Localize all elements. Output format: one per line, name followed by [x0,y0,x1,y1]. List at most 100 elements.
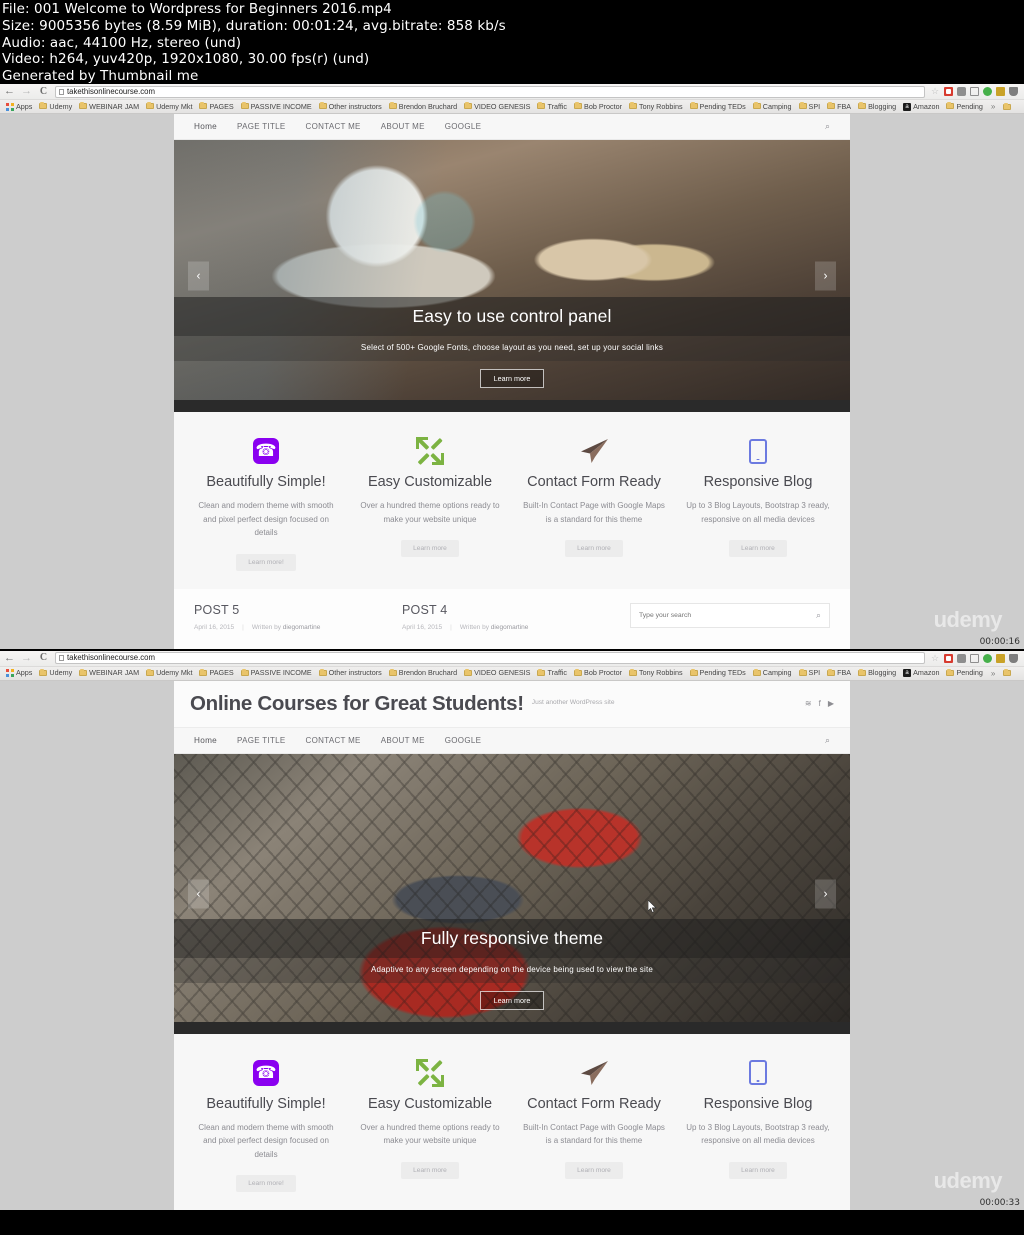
bookmark-item[interactable]: Traffic [534,668,570,677]
nav-item-about-me[interactable]: ABOUT ME [381,122,425,131]
feature-learn-more-button[interactable]: Learn more [729,540,787,557]
bookmark-item[interactable]: FBA [824,668,854,677]
slider-next-button-1[interactable]: › [815,261,836,291]
extension-gray-icon[interactable] [957,87,966,96]
facebook-icon[interactable]: f [819,699,821,708]
feature-learn-more-button[interactable]: Learn more [565,540,623,557]
bookmark-item[interactable]: WEBINAR JAM [76,102,142,110]
bookmark-item[interactable]: Camping [750,668,795,677]
forward-icon[interactable]: → [21,86,32,97]
bookmark-item[interactable]: Blogging [855,102,899,110]
bookmark-item[interactable]: Udemy [36,102,75,110]
bookmark-item[interactable]: WEBINAR JAM [76,668,142,677]
back-icon[interactable]: ← [4,652,15,664]
feature-learn-more-button[interactable]: Learn more! [236,1175,296,1192]
bookmark-item[interactable]: Udemy Mkt [143,102,195,110]
extension-yellow-icon[interactable] [996,653,1005,663]
nav-item-about-me[interactable]: ABOUT ME [381,736,425,745]
bookmark-item[interactable]: Other instructors [316,102,385,110]
bookmark-item[interactable]: Pending [943,668,985,677]
extension-shield-icon[interactable] [1009,87,1018,96]
forward-icon[interactable]: → [21,652,32,664]
bookmark-item[interactable]: PASSIVE INCOME [238,668,315,677]
rss-icon[interactable]: ≋ [805,699,812,708]
bookmark-item[interactable]: VIDEO GENESIS [461,102,533,110]
feature-learn-more-button[interactable]: Learn more! [236,553,296,571]
bookmark-star-icon[interactable]: ☆ [931,653,940,663]
reload-icon[interactable]: C [38,86,49,97]
bookmark-item[interactable]: Apps [3,669,35,677]
bookmark-item[interactable]: Udemy Mkt [143,668,195,677]
bookmark-item[interactable]: Other instructors [316,668,385,677]
post-author[interactable]: diegomartine [283,624,321,631]
nav-item-page-title[interactable]: PAGE TITLE [237,736,286,745]
search-input[interactable] [639,611,816,619]
nav-item-contact-me[interactable]: CONTACT ME [306,736,361,745]
nav-search-icon[interactable]: ⌕ [825,735,830,746]
bookmark-item[interactable]: Brendon Bruchard [386,102,460,110]
nav-search-icon[interactable]: ⌕ [825,121,830,132]
bookmark-item[interactable]: Pending TEDs [687,102,749,110]
bookmark-item[interactable]: Apps [3,102,35,111]
feature-learn-more-button[interactable]: Learn more [565,1161,623,1179]
bookmark-item[interactable]: SPI [796,102,824,110]
reload-icon[interactable]: C [38,653,49,663]
post-author[interactable]: diegomartine [491,624,529,631]
post-title[interactable]: POST 5 [194,603,402,617]
bookmark-item[interactable]: Blogging [855,668,899,677]
extension-window-icon[interactable] [970,87,979,96]
extension-gray-icon[interactable] [957,653,966,663]
bookmarks-overflow-icon[interactable]: » [987,669,999,678]
bookmark-item[interactable]: VIDEO GENESIS [461,668,533,677]
nav-item-google[interactable]: GOOGLE [445,736,481,745]
bookmark-item[interactable]: Bob Proctor [571,102,625,110]
slider-prev-button-1[interactable]: ‹ [188,261,209,291]
extension-red-icon[interactable] [944,653,953,663]
hero-learn-more-button-2[interactable]: Learn more [479,990,545,1010]
bookmark-item[interactable]: Traffic [534,102,570,110]
extension-green-icon[interactable] [983,87,992,96]
bookmark-item[interactable] [1000,669,1014,676]
nav-item-google[interactable]: GOOGLE [445,122,481,131]
extension-green-icon[interactable] [983,653,992,663]
bookmark-item[interactable]: Udemy [36,668,75,677]
bookmark-item[interactable]: a Amazon [900,102,942,111]
extension-yellow-icon[interactable] [996,87,1005,96]
bookmark-item[interactable]: PASSIVE INCOME [238,102,315,110]
bookmark-star-icon[interactable]: ☆ [931,87,940,96]
bookmarks-overflow-icon[interactable]: » [987,102,999,111]
feature-learn-more-button[interactable]: Learn more [401,1161,459,1179]
bookmark-item[interactable]: PAGES [196,102,236,110]
slider-next-button-2[interactable]: › [815,879,836,908]
address-bar-1[interactable]: takethisonlinecourse.com [55,85,925,98]
bookmark-item[interactable]: Pending TEDs [687,668,749,677]
bookmark-item[interactable]: PAGES [196,668,236,677]
bookmark-item[interactable]: Camping [750,102,795,110]
hero-learn-more-button-1[interactable]: Learn more [479,369,545,388]
bookmark-item[interactable]: Bob Proctor [571,668,625,677]
nav-item-contact-me[interactable]: CONTACT ME [306,122,361,131]
bookmark-item[interactable]: Tony Robbins [626,102,686,110]
nav-item-home[interactable]: Home [194,736,217,745]
slider-prev-button-2[interactable]: ‹ [188,879,209,908]
search-icon[interactable]: ⌕ [816,610,821,621]
search-box[interactable]: ⌕ [630,602,830,628]
bookmark-item[interactable]: Pending [943,102,985,110]
bookmark-item[interactable]: FBA [824,102,854,110]
post-title[interactable]: POST 4 [402,603,610,617]
extension-shield-icon[interactable] [1009,653,1018,663]
address-bar-2[interactable]: takethisonlinecourse.com [55,652,925,664]
bookmark-item[interactable]: a Amazon [900,669,942,677]
feature-learn-more-button[interactable]: Learn more [401,540,459,557]
nav-item-home[interactable]: Home [194,122,217,131]
feature-learn-more-button[interactable]: Learn more [729,1161,787,1179]
youtube-icon[interactable]: ▶ [828,699,834,708]
nav-item-page-title[interactable]: PAGE TITLE [237,122,286,131]
back-icon[interactable]: ← [4,86,15,97]
extension-window-icon[interactable] [970,653,979,663]
bookmark-item[interactable]: SPI [796,668,824,677]
bookmark-item[interactable] [1000,102,1014,110]
bookmark-item[interactable]: Tony Robbins [626,668,686,677]
bookmark-item[interactable]: Brendon Bruchard [386,668,460,677]
extension-red-icon[interactable] [944,87,953,96]
